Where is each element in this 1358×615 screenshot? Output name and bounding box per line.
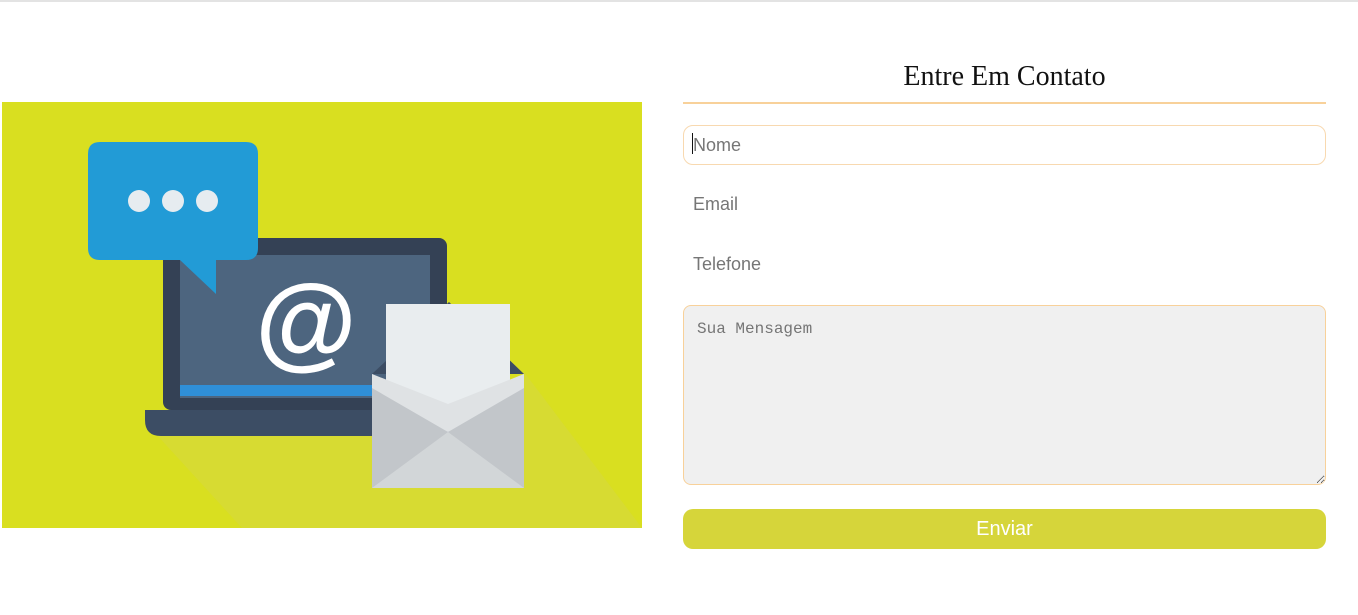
envelope-icon [372,302,524,488]
message-field[interactable] [683,305,1326,485]
page-title: Entre Em Contato [903,61,1106,92]
contact-illustration-svg: @ [2,102,642,528]
text-cursor [692,133,693,154]
contact-illustration: @ [2,102,642,528]
phone-field[interactable] [683,244,1326,284]
email-field[interactable] [683,184,1326,224]
submit-button[interactable]: Enviar [683,509,1326,549]
top-divider [0,0,1358,2]
at-sign-icon: @ [255,264,356,380]
title-divider [683,102,1326,104]
name-field[interactable] [683,125,1326,165]
